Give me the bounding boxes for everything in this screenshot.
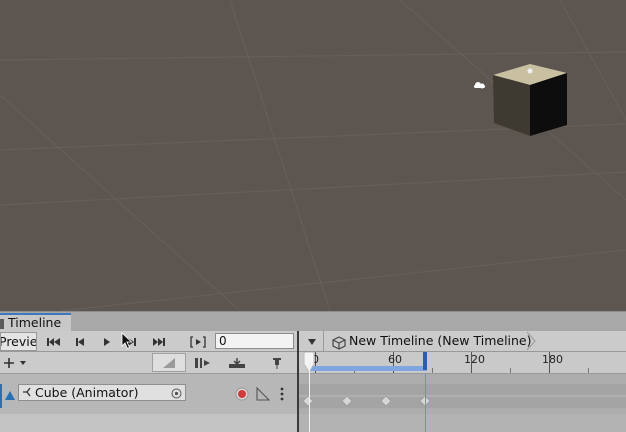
tab-bar: Timeline (0, 311, 626, 332)
track-binding-label: Cube (Animator) (35, 385, 139, 400)
clips-empty-area (299, 414, 626, 432)
light-icon[interactable] (474, 82, 485, 89)
skip-to-start-icon[interactable] (41, 332, 67, 351)
ruler-tick (510, 368, 511, 373)
timeline-menu-icon[interactable] (301, 332, 323, 351)
track-content[interactable] (299, 374, 626, 414)
record-button-icon[interactable] (235, 386, 249, 405)
track-list-empty-area (0, 414, 297, 432)
timeline-name[interactable]: New Timeline (New Timeline) (349, 331, 532, 351)
object-picker-icon[interactable] (171, 387, 182, 402)
ruler-label: 180 (542, 353, 563, 366)
duration-line-lower (425, 374, 426, 432)
ruler-tick (588, 368, 589, 373)
playback-toolbar: Preview 0 (0, 331, 298, 352)
mouse-cursor (121, 332, 133, 354)
replace-edit-icon[interactable] (224, 353, 250, 372)
track-toolbar (0, 352, 298, 374)
frame-field[interactable]: 0 (215, 333, 294, 349)
infinite-clip[interactable] (299, 384, 626, 408)
ruler-label: 60 (388, 353, 402, 366)
timeline-header: New Timeline (New Timeline) (299, 331, 626, 352)
track-color-stripe (0, 384, 2, 408)
add-track-icon[interactable] (0, 353, 30, 372)
scene-view[interactable] (0, 0, 626, 311)
keyframe-diamond[interactable] (380, 391, 392, 410)
curves-toggle-icon[interactable] (256, 386, 271, 405)
play-range-icon[interactable] (185, 332, 211, 351)
skip-to-end-icon[interactable] (146, 332, 172, 351)
time-ruler[interactable]: 0 60 120 180 (299, 352, 626, 374)
keyframe-diamond[interactable] (302, 391, 314, 410)
timeline-window: Timeline Preview 0 (0, 311, 626, 432)
track-binding-field[interactable]: Cube (Animator) (18, 384, 186, 401)
clip-range-bar (309, 366, 427, 371)
ripple-edit-icon[interactable] (190, 353, 216, 372)
header-separator (323, 331, 324, 351)
cube-origin-gizmo (527, 68, 533, 74)
tab-label: Timeline (8, 315, 62, 330)
scene-grid (0, 0, 626, 311)
animation-track-icon (4, 387, 16, 406)
tab-icon (0, 319, 4, 329)
duration-marker[interactable] (423, 352, 427, 370)
preview-button[interactable]: Preview (0, 332, 37, 351)
ruler-tick (432, 368, 433, 373)
previous-frame-icon[interactable] (67, 332, 93, 351)
animator-icon (22, 386, 33, 401)
snap-toggle-icon[interactable] (152, 353, 186, 372)
keyframe-diamond[interactable] (341, 391, 353, 410)
pin-icon[interactable] (264, 353, 290, 372)
track-options-icon[interactable] (279, 386, 285, 405)
tab-timeline[interactable]: Timeline (0, 313, 71, 332)
play-icon[interactable] (94, 332, 120, 351)
ruler-label: 120 (464, 353, 485, 366)
playhead-line (309, 363, 310, 432)
track-header[interactable]: Cube (Animator) (0, 374, 297, 414)
cube-object[interactable] (493, 64, 567, 136)
